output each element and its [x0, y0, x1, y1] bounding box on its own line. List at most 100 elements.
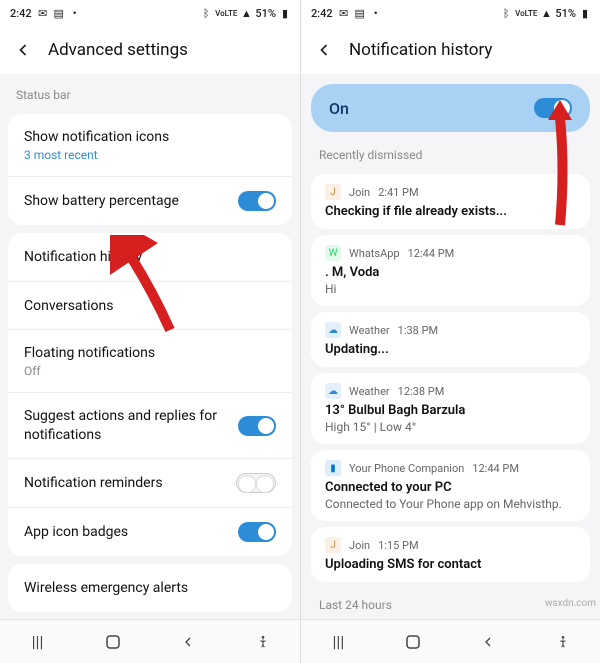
notif-title: Updating... — [325, 342, 576, 357]
accessibility-button[interactable] — [252, 631, 274, 653]
section-label-recent: Recently dismissed — [301, 138, 600, 168]
notif-time: 1:15 PM — [378, 539, 418, 552]
row-sub: 3 most recent — [24, 148, 276, 162]
row-title: Show battery percentage — [24, 192, 238, 210]
bluetooth-icon: ᛒ — [201, 8, 211, 18]
notif-title: 13° Bulbul Bagh Barzula — [325, 403, 576, 418]
app-icon: J — [325, 184, 341, 200]
notif-title: . M, Voda — [325, 265, 576, 280]
battery-label: 51% — [255, 7, 276, 20]
row-notif-history[interactable]: Notification history — [8, 233, 292, 281]
on-label: On — [329, 99, 349, 118]
calendar-icon: ▤ — [355, 8, 365, 18]
app-icon: ▮ — [325, 460, 341, 476]
notif-card[interactable]: JJoin1:15 PMUploading SMS for contact — [311, 527, 590, 582]
back-icon[interactable] — [12, 39, 34, 61]
header: Notification history — [301, 26, 600, 74]
header: Advanced settings — [0, 26, 300, 74]
row-show-icons[interactable]: Show notification icons 3 most recent — [8, 114, 292, 176]
toggle-suggest[interactable] — [238, 416, 276, 436]
notif-time: 2:41 PM — [378, 186, 418, 199]
notif-body: Connected to Your Phone app on Mehvisthp… — [325, 497, 576, 511]
app-name: Your Phone Companion — [349, 462, 464, 475]
history-content: On Recently dismissed J Join 2:41 PM Checki… — [301, 74, 600, 619]
more-icon: • — [70, 8, 80, 18]
notif-card[interactable]: ☁ Weather 1:38 PM Updating... — [311, 312, 590, 367]
status-bar: 2:42 ✉ ▤ • ᛒ VoLTE ▲ 51% ▮ — [301, 0, 600, 26]
signal-icon: ▲ — [241, 8, 251, 18]
row-title: Floating notifications — [24, 344, 276, 362]
notif-title: Checking if file already exists... — [325, 204, 576, 219]
row-title: App icon badges — [24, 523, 238, 541]
phone-left: 2:42 ✉ ▤ • ᛒ VoLTE ▲ 51% ▮ Advanced sett… — [0, 0, 300, 663]
notif-card[interactable]: J Join 2:41 PM Checking if file already exi… — [311, 174, 590, 229]
row-battery-pct[interactable]: Show battery percentage — [8, 176, 292, 225]
row-title: Notification history — [24, 248, 276, 266]
notif-time: 12:44 PM — [408, 247, 455, 260]
row-conversations[interactable]: Conversations — [8, 281, 292, 329]
notif-body: High 15° | Low 4° — [325, 420, 576, 434]
recents-button[interactable]: ||| — [327, 631, 349, 653]
app-icon: ☁ — [325, 322, 341, 338]
accessibility-button[interactable] — [552, 631, 574, 653]
notif-card[interactable]: WWhatsApp12:44 PM. M, VodaHi — [311, 235, 590, 306]
notif-time: 12:44 PM — [472, 462, 519, 475]
notif-card[interactable]: ☁ Weather 12:38 PM 13° Bulbul Bagh Barzula H… — [311, 373, 590, 444]
battery-label: 51% — [555, 7, 576, 20]
row-suggest[interactable]: Suggest actions and replies for notifica… — [8, 392, 292, 457]
message-icon: ✉ — [38, 8, 48, 18]
message-icon: ✉ — [339, 8, 349, 18]
notif-card[interactable]: ▮ Your Phone Companion 12:44 PM Connected t… — [311, 450, 590, 521]
history-master-toggle[interactable]: On — [311, 84, 590, 132]
signal-icon: ▲ — [541, 8, 551, 18]
section-label-statusbar: Status bar — [0, 74, 300, 106]
navbar: ||| — [0, 619, 300, 663]
row-reminders[interactable]: Notification reminders — [8, 458, 292, 507]
bluetooth-icon: ᛒ — [501, 8, 511, 18]
row-badges[interactable]: App icon badges — [8, 507, 292, 556]
row-title: Notification reminders — [24, 474, 236, 492]
back-button[interactable] — [177, 631, 199, 653]
row-floating[interactable]: Floating notifications Off — [8, 329, 292, 392]
back-icon[interactable] — [313, 39, 335, 61]
app-icon: ☁ — [325, 383, 341, 399]
phone-right: 2:42 ✉ ▤ • ᛒ VoLTE ▲ 51% ▮ Notification … — [300, 0, 600, 663]
recents-button[interactable]: ||| — [27, 631, 49, 653]
section-notifications: Notification history Conversations Float… — [8, 233, 292, 556]
app-name: Weather — [349, 324, 390, 337]
app-name: Join — [349, 539, 370, 552]
toggle-battery-pct[interactable] — [238, 191, 276, 211]
battery-icon: ▮ — [580, 8, 590, 18]
toggle-badges[interactable] — [238, 522, 276, 542]
notif-time: 1:38 PM — [398, 324, 438, 337]
section-statusbar: Show notification icons 3 most recent Sh… — [8, 114, 292, 225]
row-title: Suggest actions and replies for notifica… — [24, 407, 238, 443]
navbar: ||| — [301, 619, 600, 663]
watermark: wsxdn.com — [545, 598, 596, 609]
toggle-reminders[interactable] — [236, 473, 276, 493]
notif-time: 12:38 PM — [398, 385, 445, 398]
toggle-history[interactable] — [534, 98, 572, 118]
page-title: Advanced settings — [48, 40, 188, 60]
back-button[interactable] — [477, 631, 499, 653]
home-button[interactable] — [102, 631, 124, 653]
more-icon: • — [371, 8, 381, 18]
row-title: Conversations — [24, 297, 276, 315]
settings-content: Status bar Show notification icons 3 mos… — [0, 74, 300, 619]
section-emergency: Wireless emergency alerts — [8, 564, 292, 612]
calendar-icon: ▤ — [54, 8, 64, 18]
notif-title: Uploading SMS for contact — [325, 557, 576, 572]
app-name: Weather — [349, 385, 390, 398]
row-emergency[interactable]: Wireless emergency alerts — [8, 564, 292, 612]
page-title: Notification history — [349, 40, 492, 60]
row-sub: Off — [24, 364, 276, 378]
network-label: VoLTE — [215, 9, 237, 18]
app-name: Join — [349, 186, 370, 199]
status-time: 2:42 — [311, 7, 333, 20]
home-button[interactable] — [402, 631, 424, 653]
notif-title: Connected to your PC — [325, 480, 576, 495]
network-label: VoLTE — [515, 9, 537, 18]
app-name: WhatsApp — [349, 247, 400, 260]
battery-icon: ▮ — [280, 8, 290, 18]
status-bar: 2:42 ✉ ▤ • ᛒ VoLTE ▲ 51% ▮ — [0, 0, 300, 26]
